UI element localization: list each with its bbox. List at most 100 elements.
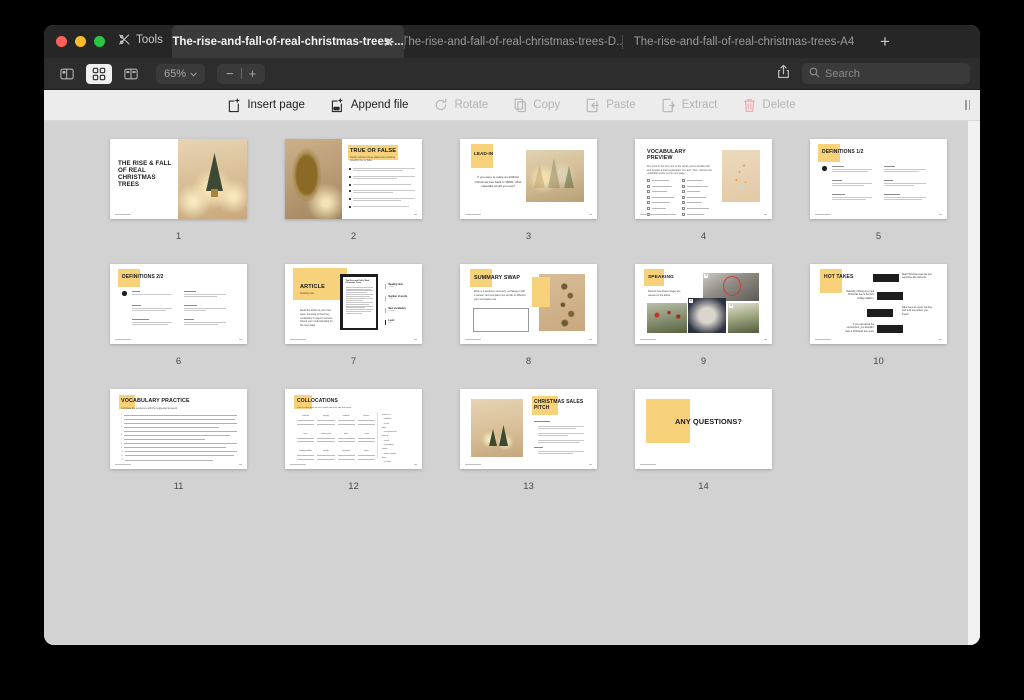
page-cell-14[interactable]: ANY QUESTIONS? 14 bbox=[616, 389, 791, 492]
tab-1-label: The-rise-and-fall-of-real-christmas-tree… bbox=[405, 35, 622, 48]
tab-0-close-icon[interactable]: ✕ bbox=[382, 35, 395, 48]
app-window: Tools The-rise-and-fall-of-real-christma… bbox=[44, 25, 980, 645]
zoom-stepper-group: − + bbox=[217, 63, 266, 84]
statement-block-2 bbox=[877, 292, 903, 300]
rotate-button: Rotate bbox=[434, 98, 488, 112]
zoom-window-button[interactable] bbox=[94, 36, 105, 47]
search-icon bbox=[809, 67, 820, 81]
page-thumbnail-9[interactable]: SPEAKING Discuss how these images are re… bbox=[635, 264, 772, 344]
page-thumbnail-12[interactable]: COLLOCATIONS Find a collocation for each… bbox=[285, 389, 422, 469]
page-cell-6[interactable]: DEFINITIONS 2/2 6 bbox=[91, 264, 266, 367]
page-number-3: 3 bbox=[525, 231, 532, 242]
page-cell-12[interactable]: COLLOCATIONS Find a collocation for each… bbox=[266, 389, 441, 492]
page-cell-7[interactable]: ARTICLE Reading task Read the article at… bbox=[266, 264, 441, 367]
delete-label: Delete bbox=[762, 99, 796, 111]
page-thumbnail-14[interactable]: ANY QUESTIONS? bbox=[635, 389, 772, 469]
page-thumbnail-5[interactable]: DEFINITIONS 1/2 bbox=[810, 139, 947, 219]
copy-label: Copy bbox=[533, 99, 561, 111]
slide-body: Find a collocation for each word and the… bbox=[297, 407, 352, 409]
trash-icon bbox=[743, 98, 756, 113]
tab-bar: The-rise-and-fall-of-real-christmas-tree… bbox=[44, 25, 980, 58]
statement-block-4 bbox=[877, 325, 903, 333]
delete-button: Delete bbox=[743, 98, 796, 113]
stepper-divider bbox=[240, 68, 242, 79]
page-cell-8[interactable]: SUMMARY SWAP Write a 1-sentence summary,… bbox=[441, 264, 616, 367]
slide-photo bbox=[526, 150, 584, 202]
page-thumbnail-6[interactable]: DEFINITIONS 2/2 bbox=[110, 264, 247, 344]
page-cell-4[interactable]: VOCABULARY PREVIEW Put a tick in the box… bbox=[616, 139, 791, 242]
tab-1[interactable]: The-rise-and-fall-of-real-christmas-tree… bbox=[405, 25, 622, 58]
slide-subtitle: Decide whether these statements could be… bbox=[350, 156, 396, 163]
close-window-button[interactable] bbox=[56, 36, 67, 47]
insert-page-icon bbox=[228, 97, 241, 113]
slide-title: ARTICLE bbox=[300, 284, 325, 290]
slide-image-3 bbox=[688, 298, 726, 333]
title-bar: Tools The-rise-and-fall-of-real-christma… bbox=[44, 25, 980, 58]
slide-body: If you were to make an artificial Christ… bbox=[474, 175, 522, 188]
extract-icon bbox=[662, 98, 676, 113]
zoom-level-dropdown[interactable]: 65% bbox=[156, 63, 206, 84]
insert-page-label: Insert page bbox=[247, 99, 305, 111]
answer-box[interactable] bbox=[473, 308, 529, 332]
page-number-9: 9 bbox=[700, 356, 707, 367]
sidebar-view-button[interactable] bbox=[54, 64, 80, 84]
tab-2[interactable]: The-rise-and-fall-of-real-christmas-tree… bbox=[623, 25, 865, 58]
slide-body: Discuss how these images are relevant to… bbox=[648, 290, 681, 297]
collocation-grid: artificial supply tradition plastic farm… bbox=[297, 415, 375, 460]
statement-text-3: Fake trees are great, but they look a bi… bbox=[902, 307, 933, 316]
word-bank: reduce of ... ... tradition ... scent fu… bbox=[382, 414, 397, 464]
search-placeholder: Search bbox=[825, 67, 860, 80]
page-thumbnail-4[interactable]: VOCABULARY PREVIEW Put a tick in the box… bbox=[635, 139, 772, 219]
extract-button: Extract bbox=[662, 98, 717, 113]
page-cell-2[interactable]: TRUE OR FALSE Decide whether these state… bbox=[266, 139, 441, 242]
grid-view-button[interactable] bbox=[86, 63, 112, 84]
tab-0[interactable]: The-rise-and-fall-of-real-christmas-tree… bbox=[172, 25, 404, 58]
tools-button[interactable]: Tools bbox=[118, 33, 163, 46]
page-cell-5[interactable]: DEFINITIONS 1/2 5 bbox=[791, 139, 966, 242]
page-cell-3[interactable]: LEAD-IN If you were to make an artificia… bbox=[441, 139, 616, 242]
slide-title: VOCABULARY PRACTICE bbox=[121, 398, 190, 404]
split-view-button[interactable] bbox=[118, 64, 144, 84]
page-number-14: 14 bbox=[698, 481, 709, 492]
page-thumbnail-11[interactable]: VOCABULARY PRACTICE Complete the sentenc… bbox=[110, 389, 247, 469]
zoom-level-value: 65% bbox=[164, 67, 187, 80]
page-thumbnail-7[interactable]: ARTICLE Reading task Read the article at… bbox=[285, 264, 422, 344]
search-input[interactable]: Search bbox=[802, 63, 970, 84]
minimize-window-button[interactable] bbox=[75, 36, 86, 47]
slide-title: LEAD-IN bbox=[474, 151, 494, 156]
panel-resize-handle[interactable] bbox=[965, 100, 970, 110]
practice-list: 1 2 3 4 5 6 7 8 9 10 11 12 bbox=[121, 414, 237, 461]
slide-photo bbox=[178, 139, 247, 219]
page-thumbnail-10[interactable]: HOT TAKES Real Christmas trees are just … bbox=[810, 264, 947, 344]
page-thumbnail-13[interactable]: CHRISTMAS SALES PITCH bbox=[460, 389, 597, 469]
new-tab-button[interactable]: + bbox=[865, 25, 905, 58]
page-cell-11[interactable]: VOCABULARY PRACTICE Complete the sentenc… bbox=[91, 389, 266, 492]
page-cell-9[interactable]: SPEAKING Discuss how these images are re… bbox=[616, 264, 791, 367]
page-cell-10[interactable]: HOT TAKES Real Christmas trees are just … bbox=[791, 264, 966, 367]
statement-block-3 bbox=[867, 309, 893, 317]
page-thumbnail-3[interactable]: LEAD-IN If you were to make an artificia… bbox=[460, 139, 597, 219]
append-file-label: Append file bbox=[350, 99, 409, 111]
insert-page-button[interactable]: Insert page bbox=[228, 97, 305, 113]
page-number-8: 8 bbox=[525, 356, 532, 367]
tab-0-label: The-rise-and-fall-of-real-christmas-tree… bbox=[172, 35, 404, 48]
slide-body: Put a tick in the box next to the words … bbox=[647, 165, 712, 176]
slide-title: TRUE OR FALSE bbox=[350, 148, 397, 154]
slide-body: Write a 1-sentence summary, exchange it … bbox=[474, 290, 526, 301]
tools-label: Tools bbox=[136, 33, 163, 46]
canvas-right-gutter bbox=[968, 121, 980, 645]
page-thumbnail-2[interactable]: TRUE OR FALSE Decide whether these state… bbox=[285, 139, 422, 219]
page-cell-13[interactable]: CHRISTMAS SALES PITCH 13 bbox=[441, 389, 616, 492]
append-file-button[interactable]: Append file bbox=[331, 97, 409, 113]
page-cell-1[interactable]: THE RISE & FALL OF REAL CHRISTMAS TREES … bbox=[91, 139, 266, 242]
page-number-13: 13 bbox=[523, 481, 534, 492]
zoom-out-button[interactable]: − bbox=[226, 66, 234, 81]
zoom-in-button[interactable]: + bbox=[249, 66, 257, 81]
share-icon bbox=[777, 64, 790, 84]
share-button[interactable] bbox=[770, 63, 796, 85]
page-thumbnail-1[interactable]: THE RISE & FALL OF REAL CHRISTMAS TREES bbox=[110, 139, 247, 219]
page-thumbnail-8[interactable]: SUMMARY SWAP Write a 1-sentence summary,… bbox=[460, 264, 597, 344]
tab-2-label: The-rise-and-fall-of-real-christmas-tree… bbox=[633, 35, 855, 48]
thumbnail-canvas[interactable]: THE RISE & FALL OF REAL CHRISTMAS TREES … bbox=[44, 121, 980, 645]
page-number-6: 6 bbox=[175, 356, 182, 367]
